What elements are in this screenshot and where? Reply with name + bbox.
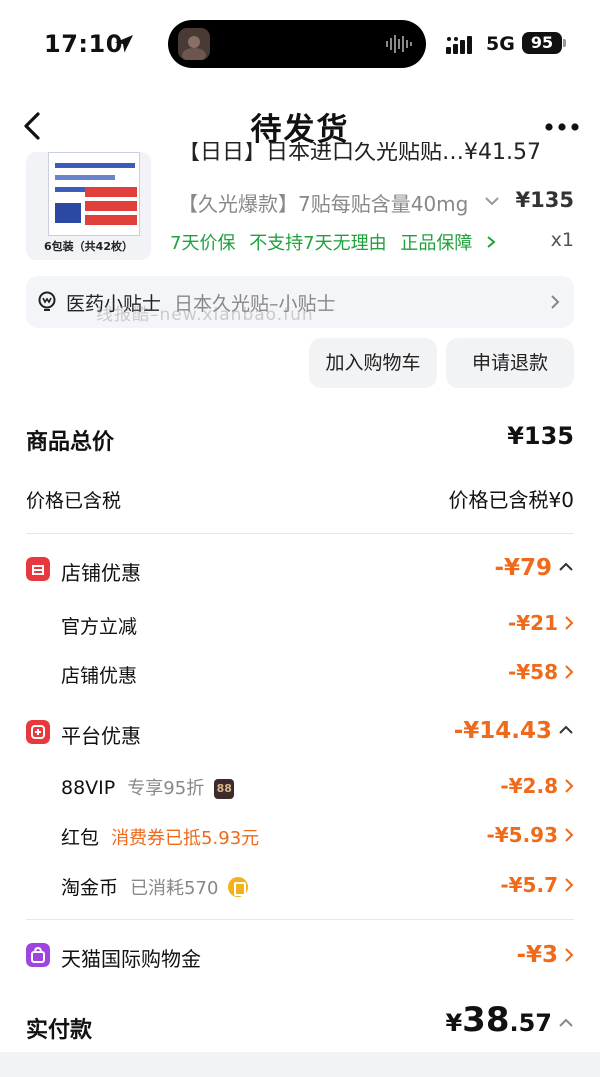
paid-integer: 38 — [462, 1000, 510, 1040]
tmall-global-label: 天猫国际购物金 — [61, 947, 201, 971]
store-discount-label: 店铺优惠 — [61, 561, 141, 585]
taojinbi-coin-icon — [228, 877, 249, 897]
platform-icon — [26, 720, 50, 744]
chevron-right-icon — [551, 295, 560, 309]
bulb-icon — [38, 291, 56, 311]
store-icon — [26, 557, 50, 581]
shop-discount-value: -¥58 — [507, 660, 558, 684]
vip-discount-row[interactable]: -¥2.8 — [500, 774, 574, 798]
chevron-right-icon — [565, 616, 574, 630]
product-image-caption: 6包装（共42枚） — [44, 240, 133, 253]
total-price-label: 商品总价 — [26, 430, 115, 455]
bottom-bar — [0, 1052, 600, 1077]
tag-authentic: 正品保障 — [400, 233, 473, 254]
tmall-global-value: -¥3 — [516, 942, 558, 968]
chevron-up-icon — [559, 562, 573, 571]
store-discount-toggle[interactable]: -¥79 — [494, 555, 574, 581]
battery-tip — [563, 39, 566, 47]
coin-value: -¥5.7 — [500, 873, 558, 897]
product-package — [48, 152, 140, 236]
platform-discount-label: 平台优惠 — [61, 724, 141, 748]
battery-indicator: 95 — [522, 32, 562, 54]
shopping-bag-icon — [26, 943, 50, 967]
network-type: 5G — [486, 33, 515, 55]
paid-label: 实付款 — [26, 1018, 93, 1043]
vip-badge: 88 — [214, 779, 235, 799]
chevron-down-icon[interactable] — [484, 195, 500, 207]
product-quantity: x1 — [550, 229, 574, 251]
paid-amount[interactable]: ¥38.57 — [445, 1000, 574, 1040]
shop-discount-label: 店铺优惠 — [61, 665, 138, 687]
coin-note: 已消耗570 — [130, 878, 219, 899]
official-discount-value: -¥21 — [507, 611, 558, 635]
chevron-right-icon — [565, 948, 574, 962]
divider — [26, 533, 574, 534]
coin-row[interactable]: -¥5.7 — [500, 873, 574, 897]
tax-label: 价格已含税 — [26, 490, 122, 512]
tax-value: 价格已含税¥0 — [448, 488, 574, 512]
audio-wave-icon — [386, 35, 412, 53]
chevron-right-icon — [565, 828, 574, 842]
paid-currency: ¥ — [445, 1009, 463, 1037]
official-discount-label: 官方立减 — [61, 616, 138, 638]
coin-row-label: 淘金币 已消耗570 — [61, 873, 249, 900]
refund-button[interactable]: 申请退款 — [446, 338, 574, 388]
vip-discount-value: -¥2.8 — [500, 774, 558, 798]
status-bar: 17:10 5G 95 — [0, 0, 600, 90]
chevron-up-icon — [559, 1018, 573, 1027]
platform-discount-value: -¥14.43 — [453, 718, 552, 744]
location-arrow-icon — [115, 35, 133, 53]
tag-price-protect: 7天价保 — [170, 233, 236, 254]
vip-label: 88VIP — [61, 777, 116, 799]
redpacket-row[interactable]: -¥5.93 — [486, 823, 574, 847]
now-playing-artwork — [178, 28, 210, 60]
redpacket-label: 红包 — [61, 827, 100, 849]
add-to-cart-button[interactable]: 加入购物车 — [309, 338, 437, 388]
service-tags[interactable]: 7天价保 不支持7天无理由 正品保障 — [170, 229, 496, 255]
vip-note: 专享95折 — [127, 778, 205, 799]
divider — [26, 919, 574, 920]
more-options-icon[interactable] — [544, 122, 580, 132]
tag-no-return: 不支持7天无理由 — [249, 233, 387, 254]
watermark-text: 线报酷–new.xianbao.fun — [96, 305, 314, 325]
cellular-signal-icon — [446, 36, 472, 54]
tmall-global-row[interactable]: -¥3 — [516, 942, 574, 968]
shop-discount-row[interactable]: -¥58 — [508, 660, 574, 684]
product-title[interactable]: 【日日】日本进口久光贴贴…¥41.57 — [178, 142, 574, 166]
chevron-right-icon — [565, 779, 574, 793]
product-price: ¥135 — [515, 188, 574, 212]
paid-decimal: .57 — [509, 1009, 552, 1037]
chevron-right-icon — [565, 878, 574, 892]
redpacket-value: -¥5.93 — [486, 823, 558, 847]
product-spec[interactable]: 【久光爆款】7贴每贴含量40mg — [178, 188, 468, 217]
vip-row-label: 88VIP 专享95折 88 — [61, 774, 235, 800]
chevron-up-icon — [559, 725, 573, 734]
total-price-value: ¥135 — [507, 422, 574, 450]
coin-label: 淘金币 — [61, 877, 119, 899]
redpacket-row-label: 红包 消费券已抵5.93元 — [61, 823, 259, 850]
product-image[interactable]: 6包装（共42枚） — [26, 152, 151, 260]
platform-discount-toggle[interactable]: -¥14.43 — [454, 718, 574, 744]
dynamic-island — [168, 20, 426, 68]
redpacket-note: 消费券已抵5.93元 — [111, 828, 260, 849]
chevron-right-icon — [487, 236, 496, 248]
chevron-right-icon — [565, 665, 574, 679]
official-discount-row[interactable]: -¥21 — [508, 611, 574, 635]
status-time: 17:10 — [44, 30, 123, 58]
store-discount-value: -¥79 — [494, 555, 552, 581]
